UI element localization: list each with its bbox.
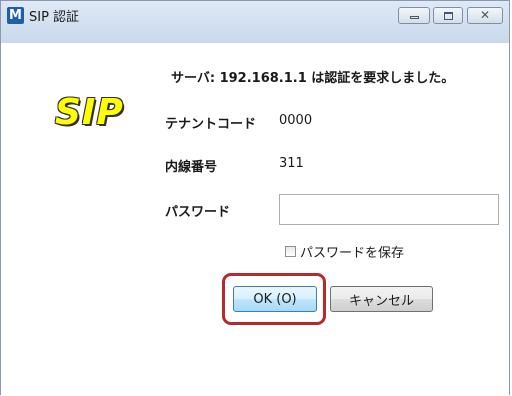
save-password-checkbox-row[interactable]: パスワードを保存 — [285, 242, 405, 261]
auth-request-message: サーバ: 192.168.1.1 は認証を要求しました。 — [171, 71, 455, 86]
sip-logo: SIP — [55, 92, 124, 133]
maximize-button[interactable] — [433, 7, 463, 24]
tenant-code-label: テナントコード — [165, 117, 257, 132]
save-password-checkbox[interactable] — [285, 245, 296, 257]
ok-button[interactable]: OK (O) — [233, 286, 317, 312]
password-label: パスワード — [165, 205, 231, 220]
cancel-button[interactable]: キャンセル — [330, 286, 433, 312]
app-icon: M — [7, 7, 24, 24]
minimize-icon — [399, 8, 429, 23]
save-password-label: パスワードを保存 — [300, 245, 405, 261]
password-input[interactable] — [279, 194, 499, 225]
close-button[interactable]: ✕ — [467, 7, 503, 24]
title-bar: M SIP 認証 ✕ — [1, 1, 509, 43]
close-icon: ✕ — [479, 8, 491, 22]
extension-number-value: 311 — [279, 156, 304, 171]
tenant-code-value: 0000 — [279, 113, 313, 128]
window-title: SIP 認証 — [29, 10, 80, 25]
maximize-icon — [434, 8, 462, 23]
minimize-button[interactable] — [398, 7, 430, 24]
extension-number-label: 内線番号 — [165, 160, 218, 175]
